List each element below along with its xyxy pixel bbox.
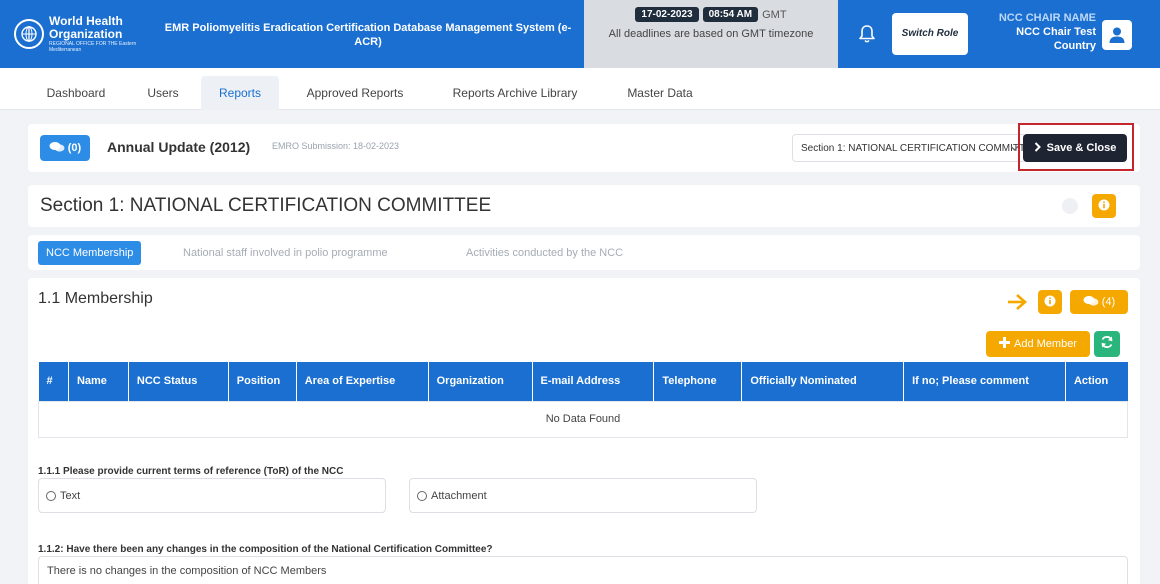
logo-text: World Health Organization REGIONAL OFFIC…: [49, 15, 146, 53]
tor-attachment-label: Attachment: [431, 489, 487, 502]
section-info-ghost: [1062, 198, 1078, 214]
composition-answer-field[interactable]: There is no changes in the composition o…: [38, 556, 1128, 584]
nav-users[interactable]: Users: [132, 76, 194, 110]
report-bar: (0) Annual Update (2012) EMRO Submission…: [28, 123, 1140, 172]
who-logo[interactable]: World Health Organization REGIONAL OFFIC…: [14, 10, 146, 58]
arrow-right-icon: [1006, 293, 1028, 316]
report-comments-button[interactable]: (0): [40, 135, 90, 161]
col-officially-nominated[interactable]: Officially Nominated: [741, 362, 905, 401]
members-table-header-row: # Name NCC Status Position Area of Exper…: [38, 362, 1128, 401]
tor-text-label: Text: [60, 489, 81, 502]
user-info: NCC CHAIR NAME NCC Chair Test Country: [986, 12, 1096, 53]
tab-activities[interactable]: Activities conducted by the NCC: [466, 241, 623, 265]
nav-reports[interactable]: Reports: [201, 76, 279, 110]
report-comments-count: (0): [67, 142, 82, 154]
system-title: EMR Poliomyelitis Eradication Certificat…: [164, 22, 572, 48]
date-badge: 17-02-2023: [635, 7, 699, 22]
nav-master-data[interactable]: Master Data: [612, 76, 708, 110]
info-icon: [1044, 295, 1056, 310]
tor-text-option[interactable]: Text: [38, 478, 386, 513]
col-comment[interactable]: If no; Please comment: [903, 362, 1066, 401]
col-index[interactable]: #: [38, 362, 69, 401]
empty-table-message: No Data Found: [38, 400, 1128, 438]
section-select-value: Section 1: NATIONAL CERTIFICATION COMMIT…: [801, 142, 1026, 154]
comments-icon: [1083, 295, 1099, 310]
membership-comments-count: (4): [1101, 296, 1116, 308]
members-table: # Name NCC Status Position Area of Exper…: [38, 362, 1128, 438]
section-info-button[interactable]: [1092, 194, 1116, 218]
section-tabs: NCC Membership National staff involved i…: [28, 235, 1140, 270]
nav-reports-archive-library[interactable]: Reports Archive Library: [432, 76, 598, 110]
info-icon: [1098, 199, 1110, 214]
radio-icon: [417, 490, 427, 501]
app-header: World Health Organization REGIONAL OFFIC…: [0, 0, 1160, 68]
col-position[interactable]: Position: [228, 362, 297, 401]
membership-comments-button[interactable]: (4): [1070, 290, 1128, 314]
col-telephone[interactable]: Telephone: [653, 362, 743, 401]
time-panel: 17-02-2023 08:54 AM GMT All deadlines ar…: [584, 0, 838, 68]
save-close-button[interactable]: Save & Close: [1023, 134, 1127, 162]
col-action[interactable]: Action: [1065, 362, 1128, 401]
col-email[interactable]: E-mail Address: [532, 362, 655, 401]
question-1-1-2-label: 1.1.2: Have there been any changes in th…: [38, 544, 493, 555]
col-area-of-expertise[interactable]: Area of Expertise: [296, 362, 429, 401]
user-name: NCC Chair Test: [1016, 25, 1096, 38]
membership-panel: 1.1 Membership (4) Add Member # Name NCC…: [28, 278, 1140, 584]
add-member-button[interactable]: Add Member: [986, 331, 1090, 357]
col-organization[interactable]: Organization: [428, 362, 533, 401]
globe-emblem-icon: [14, 19, 44, 49]
main-nav: Dashboard Users Reports Approved Reports…: [0, 68, 1160, 110]
plus-icon: [999, 337, 1010, 351]
comments-icon: [49, 141, 65, 156]
tor-attachment-option[interactable]: Attachment: [409, 478, 757, 513]
user-icon[interactable]: [1102, 20, 1132, 50]
membership-title: 1.1 Membership: [38, 290, 153, 307]
save-close-label: Save & Close: [1046, 142, 1117, 154]
nav-dashboard[interactable]: Dashboard: [28, 76, 124, 110]
tab-ncc-membership[interactable]: NCC Membership: [38, 241, 142, 265]
timezone-label: GMT: [762, 8, 787, 21]
refresh-button[interactable]: [1094, 331, 1120, 357]
col-ncc-status[interactable]: NCC Status: [128, 362, 229, 401]
chevron-right-icon: [1034, 141, 1041, 155]
bell-icon[interactable]: [858, 24, 876, 44]
section-header: Section 1: NATIONAL CERTIFICATION COMMIT…: [28, 185, 1140, 227]
section-title: Section 1: NATIONAL CERTIFICATION COMMIT…: [40, 195, 492, 216]
logo-line-2: Organization: [49, 26, 123, 41]
table-row: No Data Found: [38, 400, 1128, 438]
radio-icon: [46, 490, 56, 501]
logo-line-3: REGIONAL OFFICE FOR THE Eastern Mediterr…: [49, 41, 137, 53]
submission-date: EMRO Submission: 18-02-2023: [272, 141, 400, 151]
deadline-note: All deadlines are based on GMT timezone: [608, 28, 814, 40]
nav-approved-reports[interactable]: Approved Reports: [289, 76, 421, 110]
question-1-1-1-label: 1.1.1 Please provide current terms of re…: [38, 466, 344, 477]
time-row: 17-02-2023 08:54 AM GMT: [584, 7, 838, 22]
logo-line-1: World Health: [49, 14, 123, 29]
section-select[interactable]: Section 1: NATIONAL CERTIFICATION COMMIT…: [792, 134, 1026, 162]
user-role-label: NCC CHAIR NAME: [998, 12, 1096, 24]
user-country: Country: [1053, 39, 1096, 52]
membership-info-button[interactable]: [1038, 290, 1062, 314]
tab-national-staff[interactable]: National staff involved in polio program…: [183, 241, 388, 265]
time-badge: 08:54 AM: [702, 7, 759, 22]
report-title: Annual Update (2012): [107, 139, 251, 155]
refresh-icon: [1100, 335, 1114, 354]
switch-role-button[interactable]: Switch Role: [892, 13, 968, 55]
add-member-label: Add Member: [1014, 338, 1077, 350]
col-name[interactable]: Name: [68, 362, 129, 401]
